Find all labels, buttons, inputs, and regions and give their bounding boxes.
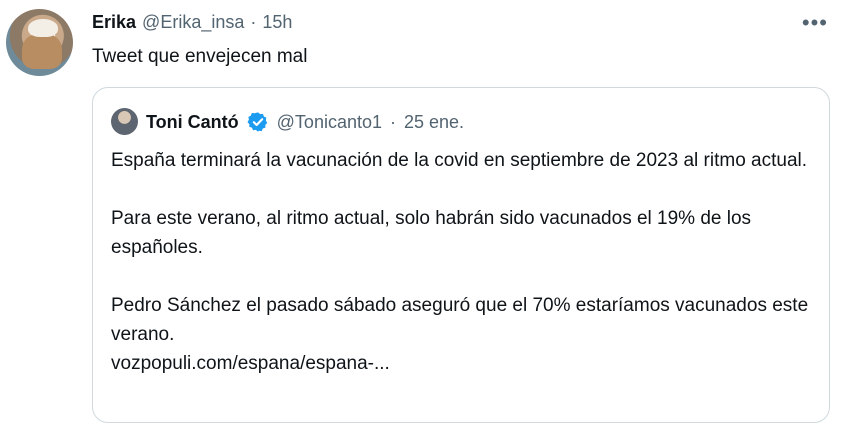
tweet-header: Erika @Erika_insa · 15h (92, 11, 292, 33)
separator-dot: · (250, 12, 257, 32)
quoted-paragraph-2: Para este verano, al ritmo actual, solo … (111, 208, 752, 258)
quoted-separator-dot: · (390, 111, 396, 132)
quoted-tweet-body: España terminará la vacunación de la cov… (111, 146, 811, 378)
tweet-time[interactable]: 15h (262, 11, 292, 33)
tweet-text: Tweet que envejecen mal (92, 46, 308, 67)
quoted-link[interactable]: vozpopuli.com/espana/espana-... (111, 349, 811, 378)
more-options-icon[interactable]: ••• (802, 12, 828, 34)
verified-badge-icon (247, 111, 267, 132)
author-avatar[interactable] (6, 9, 73, 76)
quoted-paragraph-1: España terminará la vacunación de la cov… (111, 150, 808, 171)
avatar-hair (22, 33, 62, 69)
author-name[interactable]: Erika (92, 11, 136, 33)
tweet[interactable]: Erika @Erika_insa · 15h ••• Tweet que en… (0, 0, 850, 436)
quoted-tweet-date[interactable]: 25 ene. (404, 110, 464, 134)
quoted-author-handle[interactable]: @Tonicanto1 (277, 110, 382, 134)
quoted-paragraph-3: Pedro Sánchez el pasado sábado aseguró q… (111, 295, 809, 345)
quoted-tweet[interactable]: Toni Cantó @Tonicanto1 · 25 ene. España … (92, 87, 830, 423)
quoted-tweet-header: Toni Cantó @Tonicanto1 · 25 ene. (111, 108, 464, 135)
author-handle[interactable]: @Erika_insa (142, 11, 244, 33)
quoted-author-name[interactable]: Toni Cantó (146, 110, 239, 134)
quoted-author-avatar[interactable] (111, 108, 138, 135)
avatar-hat (28, 19, 58, 37)
